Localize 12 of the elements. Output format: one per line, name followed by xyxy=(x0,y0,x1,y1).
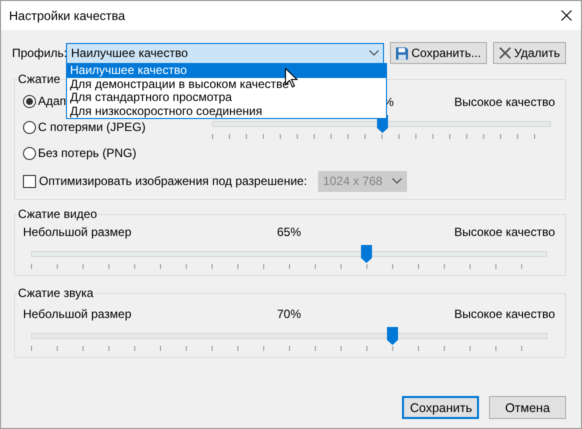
slider-value: 65% xyxy=(276,225,302,239)
slider-min-label: Небольшой размер xyxy=(23,307,132,321)
slider-max-label: Высокое качество xyxy=(454,225,555,239)
window-title: Настройки качества xyxy=(9,8,126,22)
slider-max-label: Высокое качество xyxy=(454,95,555,109)
slider-max-label: Высокое качество xyxy=(454,307,555,321)
group-title: Сжатие xyxy=(17,72,62,86)
profile-label: Профиль: xyxy=(12,46,66,60)
slider-min-label: Небольшой размер xyxy=(23,225,132,239)
slider-value: 70% xyxy=(276,307,302,321)
group-title: Сжатие видео xyxy=(17,207,98,221)
group-title: Сжатие звука xyxy=(17,286,94,300)
